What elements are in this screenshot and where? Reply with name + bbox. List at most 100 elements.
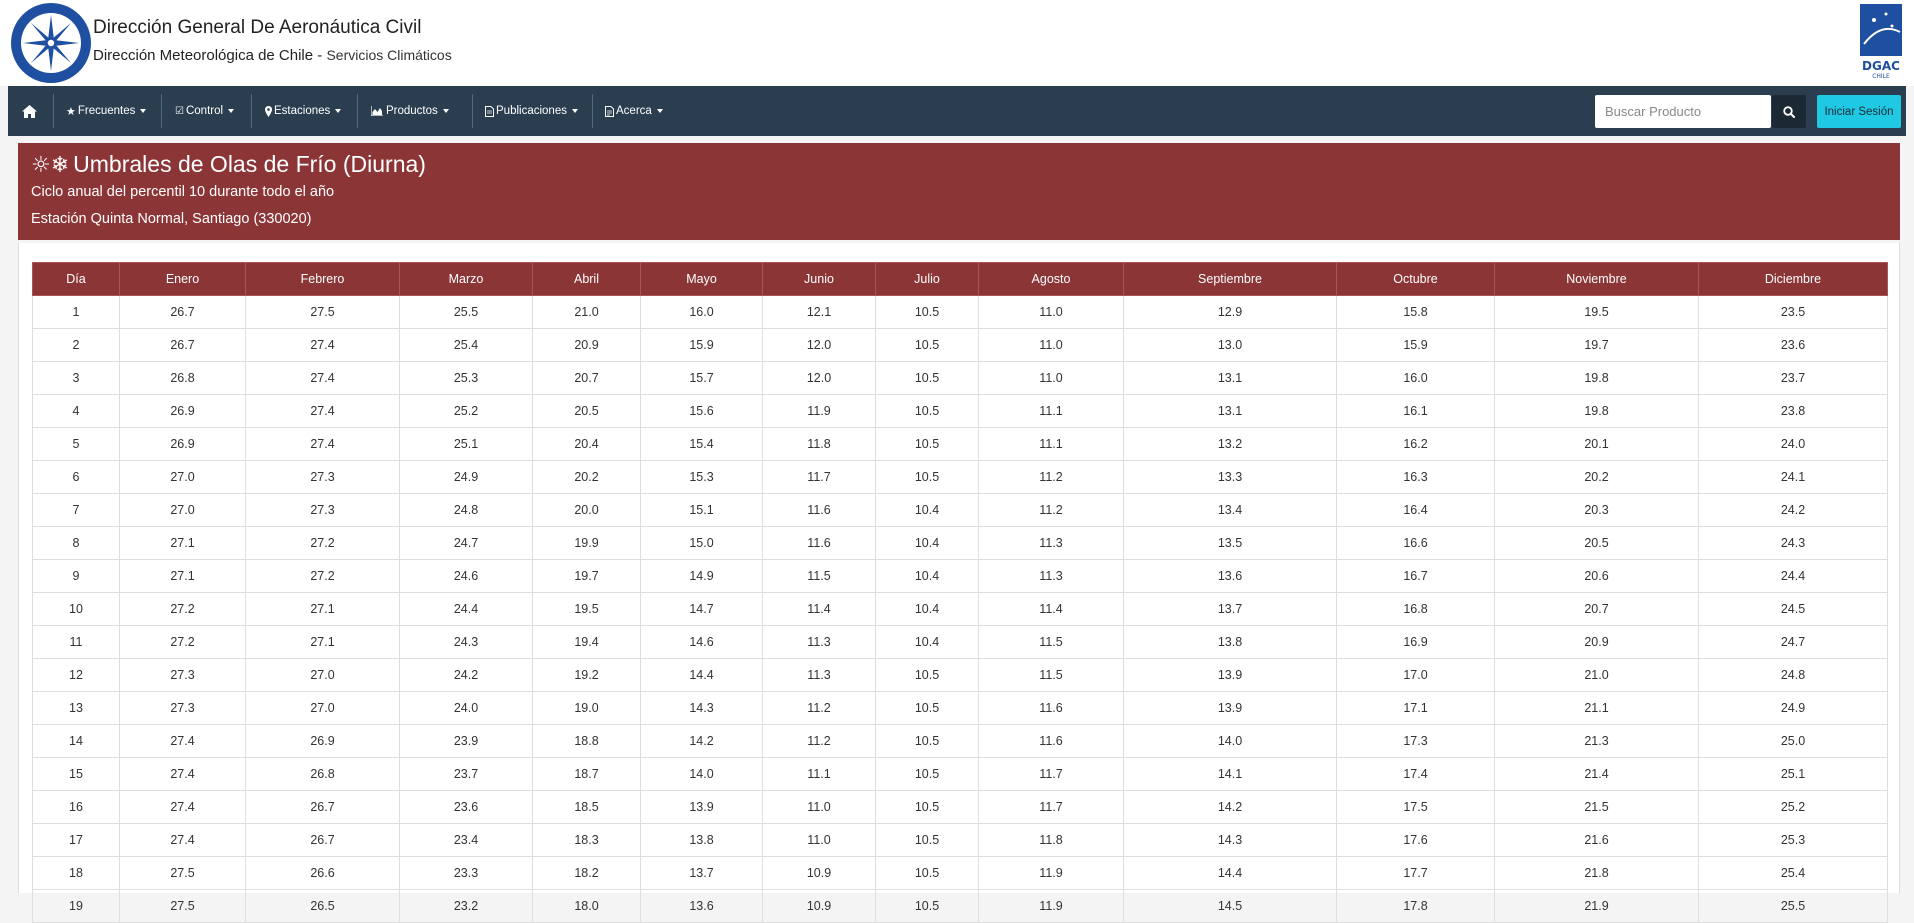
home-link[interactable] <box>16 86 43 136</box>
meteochile-seal-icon[interactable] <box>10 2 92 84</box>
value-cell: 27.1 <box>245 592 400 626</box>
value-cell: 27.0 <box>245 658 400 692</box>
value-cell: 20.5 <box>532 394 641 428</box>
nav-frecuentes[interactable]: ★ Frecuentes <box>60 86 152 136</box>
search-input[interactable] <box>1595 95 1771 128</box>
value-cell: 25.2 <box>1698 790 1888 824</box>
value-cell: 26.9 <box>119 394 246 428</box>
home-icon <box>22 104 37 118</box>
table-header-row: Día Enero Febrero Marzo Abril Mayo Junio Julio A… <box>32 262 1888 296</box>
value-cell: 24.6 <box>399 559 533 593</box>
value-cell: 27.0 <box>245 691 400 725</box>
column-header: Junio <box>762 262 876 296</box>
value-cell: 27.3 <box>245 493 400 527</box>
nav-estaciones[interactable]: Estaciones <box>259 86 347 136</box>
value-cell: 19.2 <box>532 658 641 692</box>
nav-acerca-label: Acerca <box>616 105 652 117</box>
value-cell: 14.3 <box>1123 823 1337 857</box>
file-text-icon <box>605 105 614 117</box>
nav-control-label: Control <box>185 105 224 117</box>
value-cell: 10.5 <box>875 361 979 395</box>
value-cell: 11.6 <box>762 526 876 560</box>
value-cell: 15.9 <box>1336 328 1495 362</box>
value-cell: 26.5 <box>245 889 400 923</box>
value-cell: 23.9 <box>399 724 533 758</box>
nav-publicaciones[interactable]: Publicaciones <box>479 86 584 136</box>
column-header: Enero <box>119 262 246 296</box>
page-title: ☼❄ Umbrales de Olas de Frío (Diurna) <box>31 148 426 182</box>
search-button[interactable] <box>1772 95 1806 128</box>
login-button[interactable]: Iniciar Sesión <box>1817 95 1901 128</box>
value-cell: 10.4 <box>875 559 979 593</box>
value-cell: 26.7 <box>119 295 246 329</box>
value-cell: 20.7 <box>1494 592 1699 626</box>
column-header: Octubre <box>1336 262 1495 296</box>
value-cell: 11.0 <box>762 790 876 824</box>
nav-publicaciones-label: Publicaciones <box>496 105 567 117</box>
table-row: 11 27.2 27.1 24.3 19.4 14.6 11.3 10.4 11.5 13.8 16… <box>32 625 1888 659</box>
value-cell: 26.7 <box>119 328 246 362</box>
value-cell: 25.4 <box>1698 856 1888 890</box>
column-header: Día <box>32 262 120 296</box>
value-cell: 27.2 <box>245 526 400 560</box>
value-cell: 24.0 <box>1698 427 1888 461</box>
table-row: 3 26.8 27.4 25.3 20.7 15.7 12.0 10.5 11.0 13.1 16.… <box>32 361 1888 395</box>
table-row: 16 27.4 26.7 23.6 18.5 13.9 11.0 10.5 11.7 14.2 17… <box>32 790 1888 824</box>
value-cell: 19.5 <box>532 592 641 626</box>
value-cell: 11.5 <box>762 559 876 593</box>
day-cell: 3 <box>32 361 120 395</box>
value-cell: 11.7 <box>978 790 1124 824</box>
day-cell: 11 <box>32 625 120 659</box>
nav-productos[interactable]: Productos <box>365 86 455 136</box>
caret-down-icon <box>442 109 449 113</box>
table-row: 18 27.5 26.6 23.3 18.2 13.7 10.9 10.5 11.9 14.4 17… <box>32 856 1888 890</box>
value-cell: 19.8 <box>1494 361 1699 395</box>
nav-divider <box>161 94 162 128</box>
value-cell: 27.4 <box>245 361 400 395</box>
nav-control[interactable]: ☑ Control <box>169 86 240 136</box>
value-cell: 27.5 <box>245 295 400 329</box>
value-cell: 27.0 <box>119 460 246 494</box>
day-cell: 9 <box>32 559 120 593</box>
value-cell: 23.2 <box>399 889 533 923</box>
value-cell: 21.0 <box>532 295 641 329</box>
nav-acerca[interactable]: Acerca <box>599 86 669 136</box>
value-cell: 10.5 <box>875 856 979 890</box>
value-cell: 13.3 <box>1123 460 1337 494</box>
svg-text:CHILE: CHILE <box>1872 73 1890 80</box>
value-cell: 21.3 <box>1494 724 1699 758</box>
caret-down-icon <box>571 109 578 113</box>
table-row: 4 26.9 27.4 25.2 20.5 15.6 11.9 10.5 11.1 13.1 16.… <box>32 394 1888 428</box>
value-cell: 11.1 <box>762 757 876 791</box>
value-cell: 19.7 <box>1494 328 1699 362</box>
value-cell: 21.0 <box>1494 658 1699 692</box>
value-cell: 26.6 <box>245 856 400 890</box>
value-cell: 14.2 <box>1123 790 1337 824</box>
value-cell: 13.9 <box>1123 658 1337 692</box>
value-cell: 10.4 <box>875 592 979 626</box>
subtitle-small: Servicios Climáticos <box>326 47 452 63</box>
value-cell: 11.0 <box>762 823 876 857</box>
day-cell: 4 <box>32 394 120 428</box>
value-cell: 21.9 <box>1494 889 1699 923</box>
column-header: Marzo <box>399 262 533 296</box>
dgac-chile-logo[interactable]: DGAC CHILE <box>1856 2 1906 80</box>
caret-down-icon <box>140 109 147 113</box>
day-cell: 14 <box>32 724 120 758</box>
value-cell: 11.2 <box>762 724 876 758</box>
value-cell: 10.4 <box>875 493 979 527</box>
value-cell: 11.6 <box>762 493 876 527</box>
value-cell: 24.8 <box>399 493 533 527</box>
site-subtitle: Dirección Meteorológica de Chile - Servi… <box>93 42 452 69</box>
value-cell: 15.0 <box>640 526 763 560</box>
value-cell: 18.8 <box>532 724 641 758</box>
value-cell: 13.8 <box>1123 625 1337 659</box>
value-cell: 19.4 <box>532 625 641 659</box>
day-cell: 13 <box>32 691 120 725</box>
value-cell: 11.3 <box>978 559 1124 593</box>
value-cell: 15.8 <box>1336 295 1495 329</box>
value-cell: 10.4 <box>875 625 979 659</box>
value-cell: 16.6 <box>1336 526 1495 560</box>
nav-productos-label: Productos <box>386 105 438 117</box>
value-cell: 24.5 <box>1698 592 1888 626</box>
